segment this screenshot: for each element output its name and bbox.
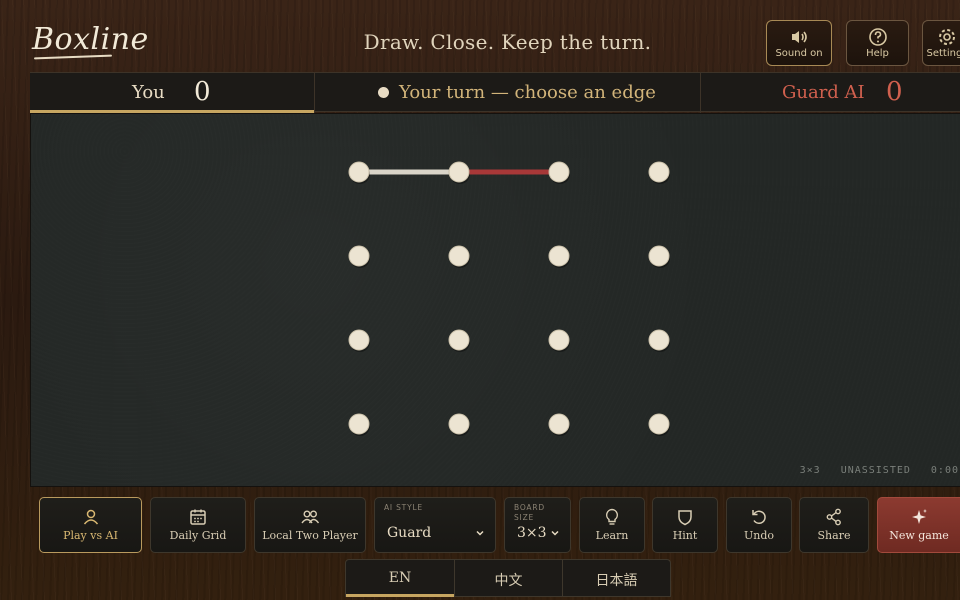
ai-name: Guard AI — [782, 82, 865, 103]
daily-grid-button[interactable]: Daily Grid — [150, 497, 246, 553]
sound-button[interactable]: Sound on — [766, 20, 832, 66]
chevron-down-icon — [476, 530, 484, 536]
player-score: 0 — [194, 77, 211, 107]
score-divider — [700, 73, 701, 113]
lightbulb-icon — [605, 508, 619, 525]
learn-label: Learn — [595, 529, 629, 542]
settings-label: Settings — [926, 48, 960, 59]
hint-button[interactable]: Hint — [652, 497, 718, 553]
speaker-icon — [792, 31, 807, 43]
lang-zh[interactable]: 中文 — [454, 560, 562, 597]
board-size-caption: BOARD SIZE — [514, 503, 545, 522]
grid-dot[interactable] — [348, 413, 370, 435]
settings-button[interactable]: Settings — [922, 20, 960, 66]
grid-dot[interactable] — [548, 413, 570, 435]
grid-dot[interactable] — [648, 413, 670, 435]
grid-dot[interactable] — [448, 245, 470, 267]
ai-score: 0 — [886, 77, 903, 107]
app-logo: Boxline — [32, 22, 149, 57]
undo-button[interactable]: Undo — [726, 497, 792, 553]
board-size-select[interactable]: BOARD SIZE 3×3 — [504, 497, 571, 553]
user-icon — [83, 509, 98, 525]
sound-label: Sound on — [775, 48, 823, 59]
new-game-button[interactable]: New game — [877, 497, 960, 553]
grid-dot[interactable] — [348, 245, 370, 267]
grid-dot[interactable] — [648, 245, 670, 267]
hint-label: Hint — [672, 529, 698, 542]
users-icon — [301, 510, 320, 524]
grid-dot[interactable] — [448, 413, 470, 435]
header: Boxline Draw. Close. Keep the turn. Soun… — [0, 0, 960, 70]
sparkle-icon — [912, 509, 927, 524]
help-label: Help — [866, 48, 889, 59]
share-icon — [826, 508, 841, 526]
share-button[interactable]: Share — [799, 497, 869, 553]
gear-icon — [939, 29, 955, 45]
share-label: Share — [817, 529, 851, 542]
undo-label: Undo — [743, 529, 775, 542]
local-two-player-label: Local Two Player — [262, 529, 358, 542]
game-board[interactable]: 3×3 UNASSISTED 0:00 — [30, 113, 960, 487]
board-size-readout: 3×3 — [799, 465, 821, 476]
score-divider — [314, 73, 315, 113]
board-canvas[interactable] — [31, 114, 960, 486]
player-score-panel: You 0 — [30, 73, 314, 113]
turn-status: Your turn — choose an edge — [399, 82, 656, 103]
grid-dot[interactable] — [648, 329, 670, 351]
board-size-value: 3×3 — [517, 525, 547, 541]
player-name: You — [132, 82, 165, 103]
grid-dot[interactable] — [348, 329, 370, 351]
learn-button[interactable]: Learn — [579, 497, 645, 553]
grid-dot[interactable] — [548, 245, 570, 267]
lang-ja[interactable]: 日本語 — [562, 560, 670, 597]
timer-readout: 0:00 — [930, 465, 959, 476]
ai-style-caption: AI STYLE — [384, 503, 423, 512]
toolbar: Play vs AI Daily Grid Local Two Player A… — [0, 497, 960, 555]
daily-grid-label: Daily Grid — [169, 529, 227, 542]
grid-dot[interactable] — [348, 161, 370, 183]
play-vs-ai-button[interactable]: Play vs AI — [39, 497, 142, 553]
scoreboard: You 0 Your turn — choose an edge Guard A… — [30, 72, 960, 113]
shield-icon — [678, 510, 692, 526]
ai-style-value: Guard — [387, 525, 432, 541]
grid-dot[interactable] — [548, 161, 570, 183]
new-game-label: New game — [889, 529, 949, 542]
language-switcher: EN 中文 日本語 — [345, 559, 671, 597]
turn-indicator-dot — [378, 87, 389, 98]
help-button[interactable]: Help — [846, 20, 909, 66]
grid-dot[interactable] — [648, 161, 670, 183]
tagline: Draw. Close. Keep the turn. — [363, 30, 652, 54]
board-info: 3×3 UNASSISTED 0:00 — [780, 465, 959, 476]
play-vs-ai-label: Play vs AI — [63, 529, 118, 542]
grid-dot[interactable] — [448, 161, 470, 183]
grid-dot[interactable] — [548, 329, 570, 351]
local-two-player-button[interactable]: Local Two Player — [254, 497, 366, 553]
lang-en[interactable]: EN — [346, 560, 454, 597]
mode-readout: UNASSISTED — [840, 465, 911, 476]
calendar-icon — [190, 509, 206, 525]
ai-style-select[interactable]: AI STYLE Guard — [374, 497, 496, 553]
chevron-down-icon — [551, 530, 559, 536]
grid-dot[interactable] — [448, 329, 470, 351]
undo-icon — [752, 510, 766, 524]
help-icon — [868, 28, 887, 46]
